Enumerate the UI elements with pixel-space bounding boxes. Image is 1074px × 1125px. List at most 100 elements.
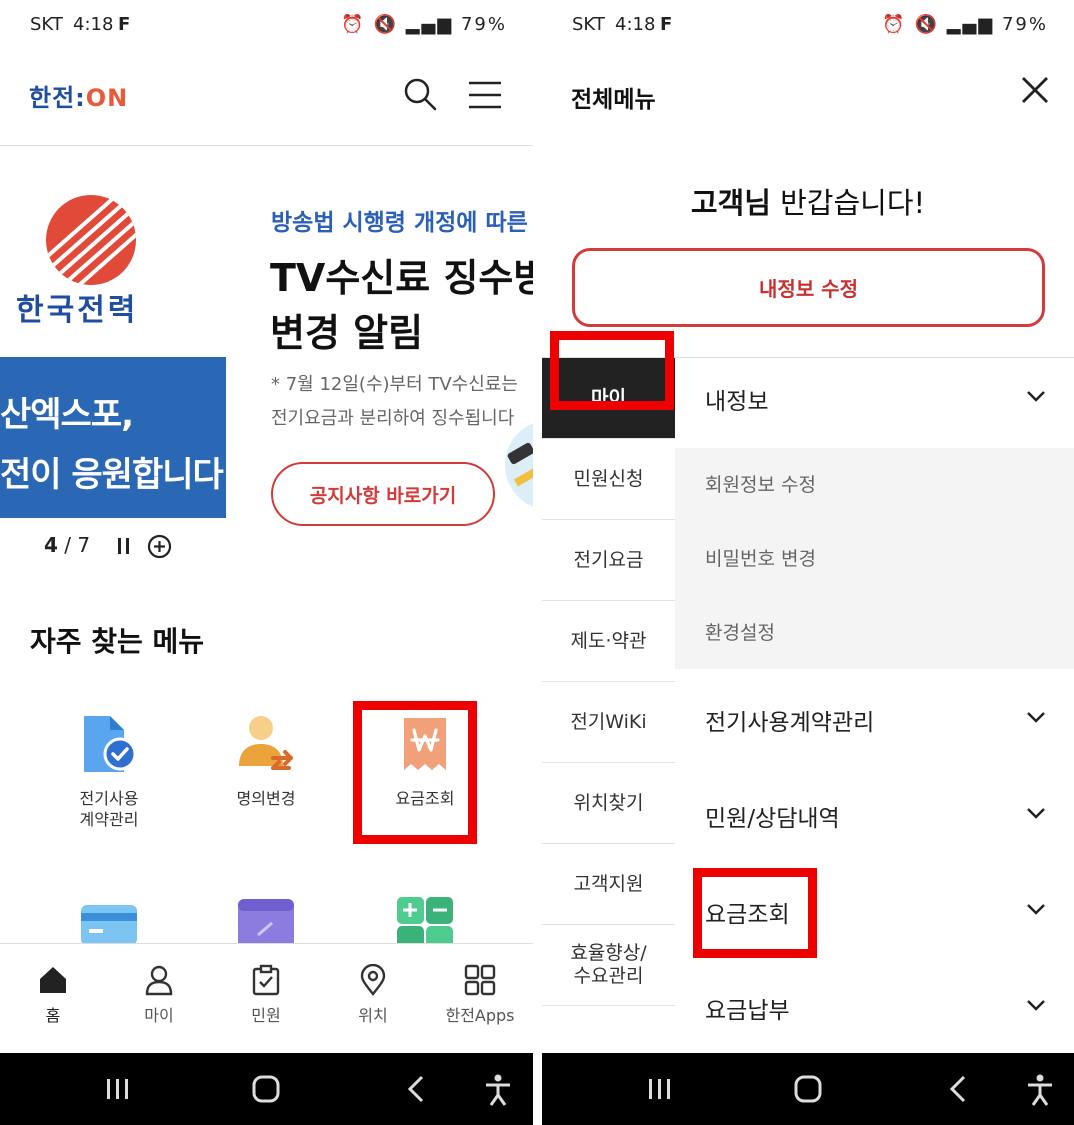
section-bill-payment[interactable]: 요금납부 <box>675 957 1074 1053</box>
sidebar-item-label: 마이 <box>591 386 626 409</box>
notice-link-button[interactable]: 공지사항 바로가기 <box>271 462 495 526</box>
quick-menu-calculator[interactable] <box>395 895 457 945</box>
pager-total: / 7 <box>64 533 91 557</box>
sidebar-item-policy[interactable]: 제도·약관 <box>542 601 675 682</box>
sub-item-change-password[interactable]: 비밀번호 변경 <box>705 544 816 571</box>
chevron-down-icon <box>1027 712 1045 723</box>
system-icons: ⏰ 🔇 ▂▄▆ 79% <box>341 14 507 35</box>
document-check-icon <box>84 716 137 772</box>
sidebar-item-find-location[interactable]: 위치찾기 <box>542 763 675 844</box>
sidebar-item-efficiency[interactable]: 효율향상/수요관리 <box>542 925 675 1006</box>
brand-name: 한국전력 <box>16 293 139 328</box>
apps-grid-icon <box>464 964 496 996</box>
system-navigation-bar <box>542 1053 1074 1125</box>
section-contract[interactable]: 전기사용계약관리 <box>675 669 1074 765</box>
nav-location[interactable]: 위치 <box>328 964 418 1026</box>
section-label: 전기사용계약관리 <box>705 710 875 736</box>
sidebar-item-label: 위치찾기 <box>573 791 644 814</box>
battery-level: 79% <box>460 14 507 35</box>
home-screen: SKT 4:18 F ⏰ 🔇 ▂▄▆ 79% 한전:ON 한국전력 산엑스포, … <box>0 0 533 1125</box>
sidebar-item-my[interactable]: 마이 <box>542 358 675 439</box>
category-sidebar: 마이 민원신청 전기요금 제도·약관 전기WiKi 위치찾기 고객지원 효율향상… <box>542 358 675 1053</box>
quick-menu-label: 전기사용 <box>79 789 139 808</box>
sidebar-item-civil-request[interactable]: 민원신청 <box>542 439 675 520</box>
home-button-icon[interactable] <box>793 1073 823 1105</box>
sub-item-settings[interactable]: 환경설정 <box>705 618 775 645</box>
card-icon <box>81 905 137 945</box>
nav-home[interactable]: 홈 <box>8 964 98 1026</box>
quick-menu-label: 요금조회 <box>395 789 455 808</box>
quick-menu-calendar[interactable] <box>236 895 298 945</box>
status-bar: SKT 4:18 F ⏰ 🔇 ▂▄▆ 79% <box>542 0 1074 50</box>
section-civil-history[interactable]: 민원/상담내역 <box>675 765 1074 861</box>
quick-menu-label: 명의변경 <box>236 789 296 808</box>
nav-kepco-apps[interactable]: 한전Apps <box>435 964 525 1026</box>
hamburger-menu-icon[interactable] <box>467 80 503 110</box>
carrier-label: SKT <box>572 14 605 35</box>
banner-pager: 4 / 7 <box>44 533 90 557</box>
recent-apps-icon[interactable] <box>104 1073 132 1105</box>
plus-circle-icon[interactable] <box>147 534 172 559</box>
recent-apps-icon[interactable] <box>646 1073 674 1105</box>
edit-profile-button[interactable]: 내정보 수정 <box>572 248 1045 327</box>
sidebar-item-label: 효율향상/ <box>570 942 647 964</box>
location-pin-icon <box>360 964 386 996</box>
section-label: 내정보 <box>705 389 769 415</box>
calendar-icon <box>238 899 294 945</box>
accessibility-icon[interactable] <box>1025 1073 1055 1107</box>
person-transfer-icon <box>239 716 293 770</box>
panel-divider <box>533 0 542 1125</box>
home-button-icon[interactable] <box>251 1073 281 1105</box>
sidebar-item-label: 전기WiKi <box>570 710 647 733</box>
close-icon[interactable] <box>1020 75 1050 105</box>
quick-menu-bill-inquiry[interactable]: 요금조회 <box>365 712 485 809</box>
section-my-info[interactable]: 내정보 <box>675 358 1074 448</box>
alarm-icon: ⏰ <box>341 14 366 35</box>
quick-menu-card[interactable] <box>79 895 141 945</box>
quick-menu-contract[interactable]: 전기사용 계약관리 <box>49 712 169 830</box>
calculator-icon <box>397 897 453 945</box>
banner-illustration-icon <box>505 423 533 507</box>
nav-label: 마이 <box>144 1006 174 1025</box>
status-bar: SKT 4:18 F ⏰ 🔇 ▂▄▆ 79% <box>0 0 533 50</box>
sidebar-item-support[interactable]: 고객지원 <box>542 844 675 925</box>
home-icon <box>40 967 66 993</box>
notification-icons: F <box>118 14 135 35</box>
banner-description-line2: 전기요금과 분리하여 징수됩니다 <box>271 408 515 429</box>
nav-label: 민원 <box>251 1006 281 1025</box>
nav-label: 홈 <box>45 1006 61 1025</box>
signal-icon: ▂▄▆ <box>946 14 995 35</box>
sidebar-item-wiki[interactable]: 전기WiKi <box>542 682 675 763</box>
kepco-on-logo[interactable]: 한전:ON <box>29 78 128 113</box>
back-icon[interactable] <box>946 1073 970 1105</box>
section-bill-inquiry[interactable]: 요금조회 <box>675 861 1074 957</box>
expo-banner[interactable]: 산엑스포, 전이 응원합니다. <box>0 357 226 518</box>
greeting-name: 고객님 <box>690 186 771 220</box>
pager-current: 4 <box>44 533 58 557</box>
sub-item-member-info[interactable]: 회원정보 수정 <box>705 470 816 497</box>
page-title: 전체메뉴 <box>571 87 656 113</box>
pause-icon[interactable] <box>116 536 132 556</box>
person-icon <box>145 965 173 996</box>
sidebar-item-electric-fee[interactable]: 전기요금 <box>542 520 675 601</box>
chevron-down-icon <box>1027 904 1045 915</box>
greeting: 고객님 반갑습니다! <box>542 180 1074 222</box>
mute-icon: 🔇 <box>373 14 398 35</box>
quick-menu-name-change[interactable]: 명의변경 <box>206 712 326 809</box>
accessibility-icon[interactable] <box>483 1073 513 1107</box>
sidebar-item-label: 제도·약관 <box>570 629 647 652</box>
sidebar-item-label: 수요관리 <box>573 965 644 987</box>
bottom-navigation: 홈 마이 민원 위치 한전Apps <box>0 943 533 1053</box>
sidebar-item-label: 고객지원 <box>573 872 644 895</box>
search-icon[interactable] <box>402 76 438 112</box>
quick-menu-label: 계약관리 <box>79 810 139 829</box>
nav-label: 위치 <box>358 1006 388 1025</box>
system-icons: ⏰ 🔇 ▂▄▆ 79% <box>882 14 1048 35</box>
alarm-icon: ⏰ <box>882 14 907 35</box>
nav-civil[interactable]: 민원 <box>221 964 311 1026</box>
nav-my[interactable]: 마이 <box>114 964 204 1026</box>
sidebar-item-label: 민원신청 <box>573 467 644 490</box>
notification-icons: F <box>660 14 677 35</box>
back-icon[interactable] <box>404 1073 428 1105</box>
menu-content: 내정보 회원정보 수정 비밀번호 변경 환경설정 전기사용계약관리 민원/상담내… <box>675 358 1074 1053</box>
